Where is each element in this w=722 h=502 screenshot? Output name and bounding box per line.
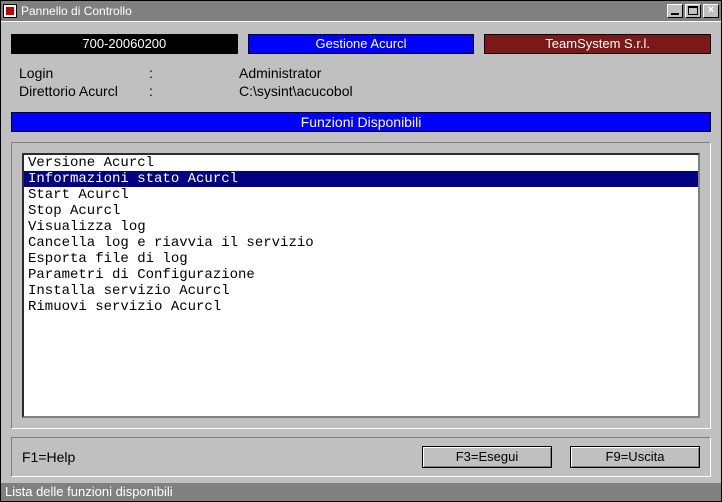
list-item[interactable]: Parametri di Configurazione xyxy=(24,267,698,283)
list-item[interactable]: Start Acurcl xyxy=(24,187,698,203)
directory-row: Direttorio Acurcl : C:\sysint\acucobol xyxy=(19,82,703,100)
login-colon: : xyxy=(149,64,239,82)
module-bar: Gestione Acurcl xyxy=(248,34,475,54)
directory-label: Direttorio Acurcl xyxy=(19,82,149,100)
window-controls: × xyxy=(665,4,719,18)
login-row: Login : Administrator xyxy=(19,64,703,82)
list-item[interactable]: Versione Acurcl xyxy=(24,155,698,171)
login-value: Administrator xyxy=(239,64,703,82)
list-item[interactable]: Rimuovi servizio Acurcl xyxy=(24,299,698,315)
directory-colon: : xyxy=(149,82,239,100)
status-bar: Lista delle funzioni disponibili xyxy=(1,483,721,501)
functions-frame: Versione AcurclInformazioni stato Acurcl… xyxy=(11,142,711,429)
directory-value: C:\sysint\acucobol xyxy=(239,82,703,100)
functions-listbox[interactable]: Versione AcurclInformazioni stato Acurcl… xyxy=(22,153,700,418)
list-item[interactable]: Stop Acurcl xyxy=(24,203,698,219)
header-bars: 700-20060200 Gestione Acurcl TeamSystem … xyxy=(1,22,721,60)
help-label: F1=Help xyxy=(22,449,404,465)
main-window: Pannello di Controllo × 700-20060200 Ges… xyxy=(0,0,722,502)
execute-button[interactable]: F3=Esegui xyxy=(422,446,552,468)
list-item[interactable]: Esporta file di log xyxy=(24,251,698,267)
list-item[interactable]: Installa servizio Acurcl xyxy=(24,283,698,299)
minimize-button[interactable] xyxy=(667,4,683,18)
client-area: 700-20060200 Gestione Acurcl TeamSystem … xyxy=(1,21,721,483)
info-panel: Login : Administrator Direttorio Acurcl … xyxy=(1,60,721,110)
titlebar: Pannello di Controllo × xyxy=(1,1,721,21)
close-button[interactable]: × xyxy=(703,4,719,18)
list-item[interactable]: Cancella log e riavvia il servizio xyxy=(24,235,698,251)
functions-header: Funzioni Disponibili xyxy=(11,112,711,132)
app-icon xyxy=(3,4,17,18)
maximize-button[interactable] xyxy=(685,4,701,18)
window-title: Pannello di Controllo xyxy=(21,4,665,18)
vendor-bar: TeamSystem S.r.l. xyxy=(484,34,711,54)
button-bar: F1=Help F3=Esegui F9=Uscita xyxy=(11,437,711,477)
list-item[interactable]: Visualizza log xyxy=(24,219,698,235)
version-bar: 700-20060200 xyxy=(11,34,238,54)
login-label: Login xyxy=(19,64,149,82)
exit-button[interactable]: F9=Uscita xyxy=(570,446,700,468)
list-item[interactable]: Informazioni stato Acurcl xyxy=(24,171,698,187)
